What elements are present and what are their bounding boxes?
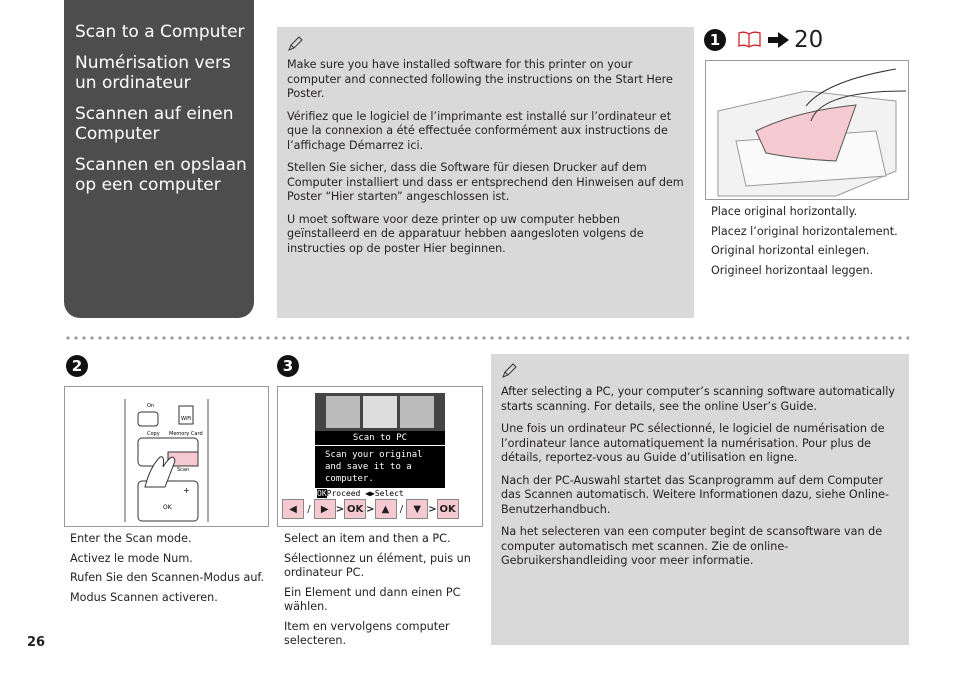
on-label: On — [147, 403, 154, 409]
lcd-message: Scan your original and save it to a comp… — [325, 450, 423, 484]
note-text: Make sure you have installed software fo… — [287, 58, 673, 100]
wifi-label: WiFi — [181, 416, 191, 422]
book-icon — [738, 31, 761, 48]
memory-label: Memory Card — [169, 431, 203, 437]
page-number: 26 — [27, 635, 46, 650]
up-key: ▲ — [374, 499, 397, 519]
step-line: Activez le mode Num. — [70, 551, 193, 565]
step-line: Select an item and then a PC. — [284, 532, 451, 545]
pencil-note-icon — [502, 363, 517, 378]
left-key: ◀ — [282, 499, 304, 519]
step-line: Original horizontal einlegen. — [711, 244, 870, 257]
step-number-3: 3 — [277, 355, 299, 377]
note-text: Nach der PC-Auswahl startet das Scanprog… — [501, 473, 890, 516]
note-box-2: After selecting a PC, your computer’s sc… — [491, 354, 909, 645]
note-text: Na het selecteren van een computer begin… — [501, 525, 883, 567]
ok-key: OK — [344, 499, 367, 519]
copy-label: Copy — [147, 431, 160, 437]
ok-label: OK — [163, 504, 173, 511]
ok-key: OK — [436, 499, 459, 519]
page-reference[interactable]: 20 — [794, 27, 823, 53]
title-fr: Numérisation vers un ordinateur — [75, 53, 231, 93]
step-number-2: 2 — [66, 355, 88, 377]
lcd-title: Scan to PC — [315, 431, 445, 446]
select-label: Select — [374, 489, 404, 498]
note-text: U moet software voor deze printer op uw … — [287, 212, 644, 255]
title-de: Scannen auf einen Computer — [75, 104, 234, 144]
plus-label: + — [183, 486, 190, 495]
step-line: Item en vervolgens computer selecteren. — [284, 619, 450, 648]
step1-text: Place original horizontally. Placez l’or… — [711, 205, 898, 283]
note-text: Stellen Sie sicher, dass die Software fü… — [287, 161, 684, 203]
title-nl: Scannen en opslaan op een computer — [75, 155, 247, 195]
note-box-1: Make sure you have installed software fo… — [277, 27, 694, 318]
right-key: ▶ — [313, 499, 336, 519]
step-number-1: 1 — [704, 29, 726, 51]
step-line: Placez l’original horizontalement. — [711, 224, 898, 238]
section-title-box: Scan to a Computer Numérisation vers un … — [64, 0, 254, 318]
note-text: Une fois un ordinateur PC sélectionné, l… — [501, 422, 885, 464]
step-line: Modus Scannen activeren. — [70, 590, 218, 604]
dotted-divider — [64, 336, 909, 340]
slash: / — [307, 504, 311, 515]
step-line: Sélectionnez un élément, puis un ordinat… — [284, 551, 471, 580]
step-line: Origineel horizontaal leggen. — [711, 263, 874, 277]
place-original-illustration — [705, 60, 909, 200]
pencil-note-icon — [288, 36, 303, 51]
step-line: Rufen Sie den Scannen-Modus auf. — [70, 571, 265, 584]
step3-text: Select an item and then a PC. Sélectionn… — [284, 532, 479, 654]
down-key: ▼ — [406, 499, 429, 519]
step-line: Ein Element und dann einen PC wählen. — [284, 585, 461, 614]
lcd-screen: Scan to PC Scan your original and save i… — [315, 393, 445, 499]
arrow-right-icon — [768, 32, 789, 48]
step2-text: Enter the Scan mode. Activez le mode Num… — [70, 532, 264, 610]
step-line: Enter the Scan mode. — [70, 532, 192, 545]
power-button[interactable] — [137, 411, 159, 427]
title-en: Scan to a Computer — [75, 22, 245, 42]
slash: / — [399, 504, 404, 515]
note-text: After selecting a PC, your computer’s sc… — [501, 385, 895, 413]
note-text: Vérifiez que le logiciel de l’imprimante… — [287, 109, 672, 152]
proceed-label: Proceed — [326, 489, 361, 498]
step-line: Place original horizontally. — [711, 205, 858, 218]
control-panel-illustration: On WiFi Copy Memory Card Scan OK + — [64, 386, 269, 527]
key-sequence: ◀ / ▶ > OK > ▲ / ▼ > OK — [282, 499, 459, 519]
scan-label: Scan — [177, 467, 189, 473]
ok-badge: OK — [317, 489, 327, 498]
lcd-illustration: Scan to PC Scan your original and save i… — [277, 386, 483, 527]
